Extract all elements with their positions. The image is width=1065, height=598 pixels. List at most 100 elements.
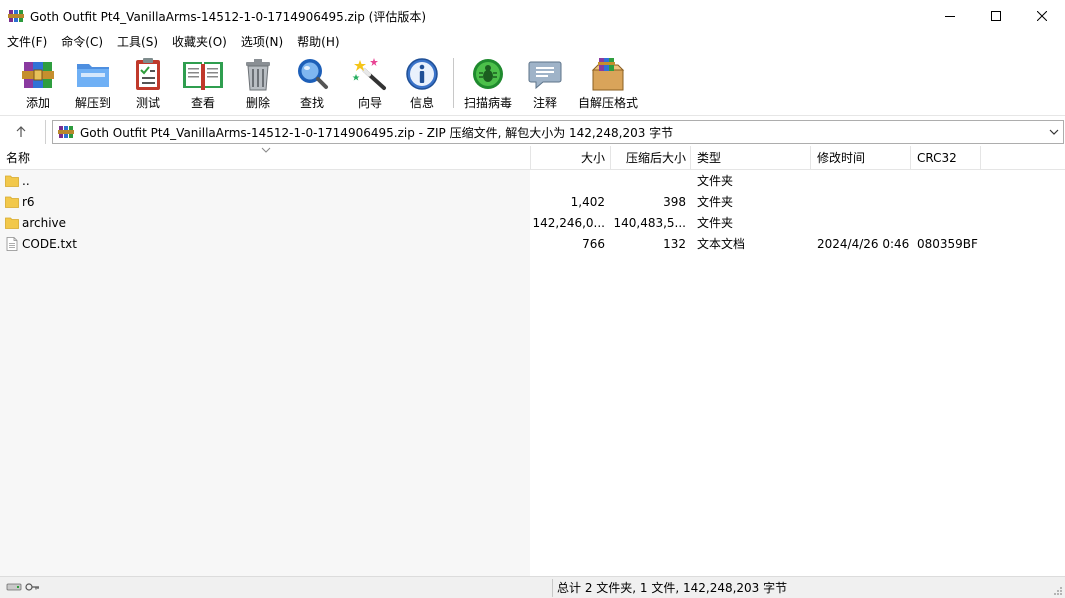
status-bar: 总计 2 文件夹, 1 文件, 142,248,203 字节 bbox=[0, 576, 1065, 598]
file-name: r6 bbox=[22, 195, 35, 209]
file-type: 文本文档 bbox=[697, 237, 746, 251]
sort-chevron-icon bbox=[261, 147, 271, 153]
file-row-code-txt[interactable]: CODE.txt 766 132 文本文档 2024/4/26 0:46 080… bbox=[0, 234, 1065, 255]
winrar-app-icon bbox=[8, 10, 24, 22]
comment-button[interactable]: 注释 bbox=[527, 56, 563, 114]
file-packed-size: 398 bbox=[663, 195, 686, 209]
view-label: 查看 bbox=[190, 96, 215, 110]
extract-folder-icon bbox=[77, 64, 109, 87]
column-name-header[interactable]: 名称 bbox=[6, 146, 30, 170]
virus-scan-button[interactable]: 扫描病毒 bbox=[463, 56, 513, 114]
sfx-box-icon bbox=[591, 58, 625, 91]
file-list: 名称 大小 压缩后大小 类型 修改时间 CRC32 .. 文件夹 r6 1,40… bbox=[0, 146, 1065, 576]
window-controls bbox=[927, 0, 1065, 32]
file-packed-size: 140,483,5... bbox=[613, 216, 686, 230]
file-packed-size bbox=[611, 171, 686, 192]
menu-favorites[interactable]: 收藏夹(O) bbox=[165, 32, 234, 52]
file-name: archive bbox=[22, 216, 67, 230]
file-size: 142,246,0... bbox=[532, 216, 605, 230]
address-separator bbox=[45, 120, 46, 144]
menu-help[interactable]: 帮助(H) bbox=[290, 32, 346, 52]
folder-icon bbox=[5, 217, 19, 229]
drive-icon[interactable] bbox=[6, 581, 22, 593]
file-type: 文件夹 bbox=[697, 174, 734, 188]
comment-label: 注释 bbox=[532, 96, 557, 110]
window-title: Goth Outfit Pt4_VanillaArms-14512-1-0-17… bbox=[30, 9, 426, 24]
test-label: 测试 bbox=[135, 96, 160, 110]
file-row-archive[interactable]: archive 142,246,0... 140,483,5... 文件夹 bbox=[0, 213, 1065, 234]
column-packed-header[interactable]: 压缩后大小 bbox=[611, 146, 686, 170]
zip-archive-icon bbox=[58, 126, 74, 138]
column-header: 名称 大小 压缩后大小 类型 修改时间 CRC32 bbox=[0, 146, 1065, 170]
info-label: 信息 bbox=[409, 96, 434, 110]
folder-icon bbox=[5, 196, 19, 208]
find-label: 查找 bbox=[299, 96, 324, 110]
up-folder-button[interactable] bbox=[10, 122, 32, 142]
status-icons bbox=[6, 581, 40, 593]
comment-icon bbox=[528, 61, 562, 90]
menu-tools[interactable]: 工具(S) bbox=[110, 32, 165, 52]
view-book-icon bbox=[183, 62, 223, 90]
title-bar: Goth Outfit Pt4_VanillaArms-14512-1-0-17… bbox=[0, 0, 1065, 32]
file-size: 1,402 bbox=[570, 195, 605, 209]
menu-file[interactable]: 文件(F) bbox=[0, 32, 54, 52]
file-type: 文件夹 bbox=[697, 195, 734, 209]
menu-bar: 文件(F) 命令(C) 工具(S) 收藏夹(O) 选项(N) 帮助(H) bbox=[0, 32, 1065, 52]
file-type: 文件夹 bbox=[697, 216, 734, 230]
chevron-down-icon[interactable] bbox=[1049, 127, 1059, 137]
maximize-icon bbox=[991, 11, 1001, 21]
file-size bbox=[531, 171, 605, 192]
column-divider[interactable] bbox=[810, 146, 811, 170]
minimize-button[interactable] bbox=[927, 0, 973, 32]
wizard-label: 向导 bbox=[357, 96, 382, 110]
close-icon bbox=[1037, 11, 1047, 21]
maximize-button[interactable] bbox=[973, 0, 1019, 32]
address-field[interactable]: Goth Outfit Pt4_VanillaArms-14512-1-0-17… bbox=[52, 120, 1064, 144]
delete-label: 删除 bbox=[245, 96, 270, 110]
add-label: 添加 bbox=[25, 96, 50, 110]
test-button[interactable]: 测试 bbox=[134, 56, 162, 114]
magnifier-icon bbox=[298, 59, 328, 89]
toolbar-separator bbox=[453, 58, 454, 108]
menu-commands[interactable]: 命令(C) bbox=[54, 32, 110, 52]
resize-grip-icon[interactable] bbox=[1053, 586, 1063, 596]
address-path: Goth Outfit Pt4_VanillaArms-14512-1-0-17… bbox=[80, 125, 674, 140]
arrow-up-icon bbox=[16, 126, 26, 137]
key-icon[interactable] bbox=[24, 581, 40, 593]
find-button[interactable]: 查找 bbox=[294, 56, 330, 114]
toolbar: 添加 解压到 测试 查看 删除 查找 向导 信息 扫描病毒 注释 自解压格式 bbox=[0, 52, 1065, 116]
menu-options[interactable]: 选项(N) bbox=[234, 32, 290, 52]
file-row-parent[interactable]: .. 文件夹 bbox=[0, 171, 1065, 192]
extract-to-label: 解压到 bbox=[74, 96, 111, 110]
column-size-header[interactable]: 大小 bbox=[531, 146, 605, 170]
close-button[interactable] bbox=[1019, 0, 1065, 32]
column-type-header[interactable]: 类型 bbox=[697, 146, 721, 170]
file-name: CODE.txt bbox=[22, 237, 77, 251]
info-button[interactable]: 信息 bbox=[404, 56, 440, 114]
file-name: .. bbox=[22, 174, 30, 188]
column-modified-header[interactable]: 修改时间 bbox=[817, 146, 865, 170]
file-modified: 2024/4/26 0:46 bbox=[817, 237, 910, 251]
info-icon bbox=[406, 58, 438, 90]
wizard-button[interactable]: 向导 bbox=[352, 56, 388, 114]
sfx-button[interactable]: 自解压格式 bbox=[578, 56, 638, 114]
file-size: 766 bbox=[582, 237, 605, 251]
view-button[interactable]: 查看 bbox=[181, 56, 225, 114]
column-crc-header[interactable]: CRC32 bbox=[917, 146, 957, 170]
add-button[interactable]: 添加 bbox=[20, 56, 56, 114]
text-file-icon bbox=[6, 237, 18, 251]
extract-to-button[interactable]: 解压到 bbox=[74, 56, 112, 114]
trash-icon bbox=[246, 59, 270, 91]
column-divider[interactable] bbox=[910, 146, 911, 170]
column-divider[interactable] bbox=[690, 146, 691, 170]
file-packed-size: 132 bbox=[663, 237, 686, 251]
address-bar: Goth Outfit Pt4_VanillaArms-14512-1-0-17… bbox=[0, 118, 1065, 145]
file-row-r6[interactable]: r6 1,402 398 文件夹 bbox=[0, 192, 1065, 213]
virus-scan-icon bbox=[473, 59, 503, 89]
column-divider[interactable] bbox=[980, 146, 981, 170]
add-archive-icon bbox=[22, 62, 54, 88]
virus-scan-label: 扫描病毒 bbox=[463, 96, 512, 110]
folder-up-icon bbox=[5, 175, 19, 187]
file-crc: 080359BF bbox=[917, 237, 978, 251]
delete-button[interactable]: 删除 bbox=[244, 56, 272, 114]
